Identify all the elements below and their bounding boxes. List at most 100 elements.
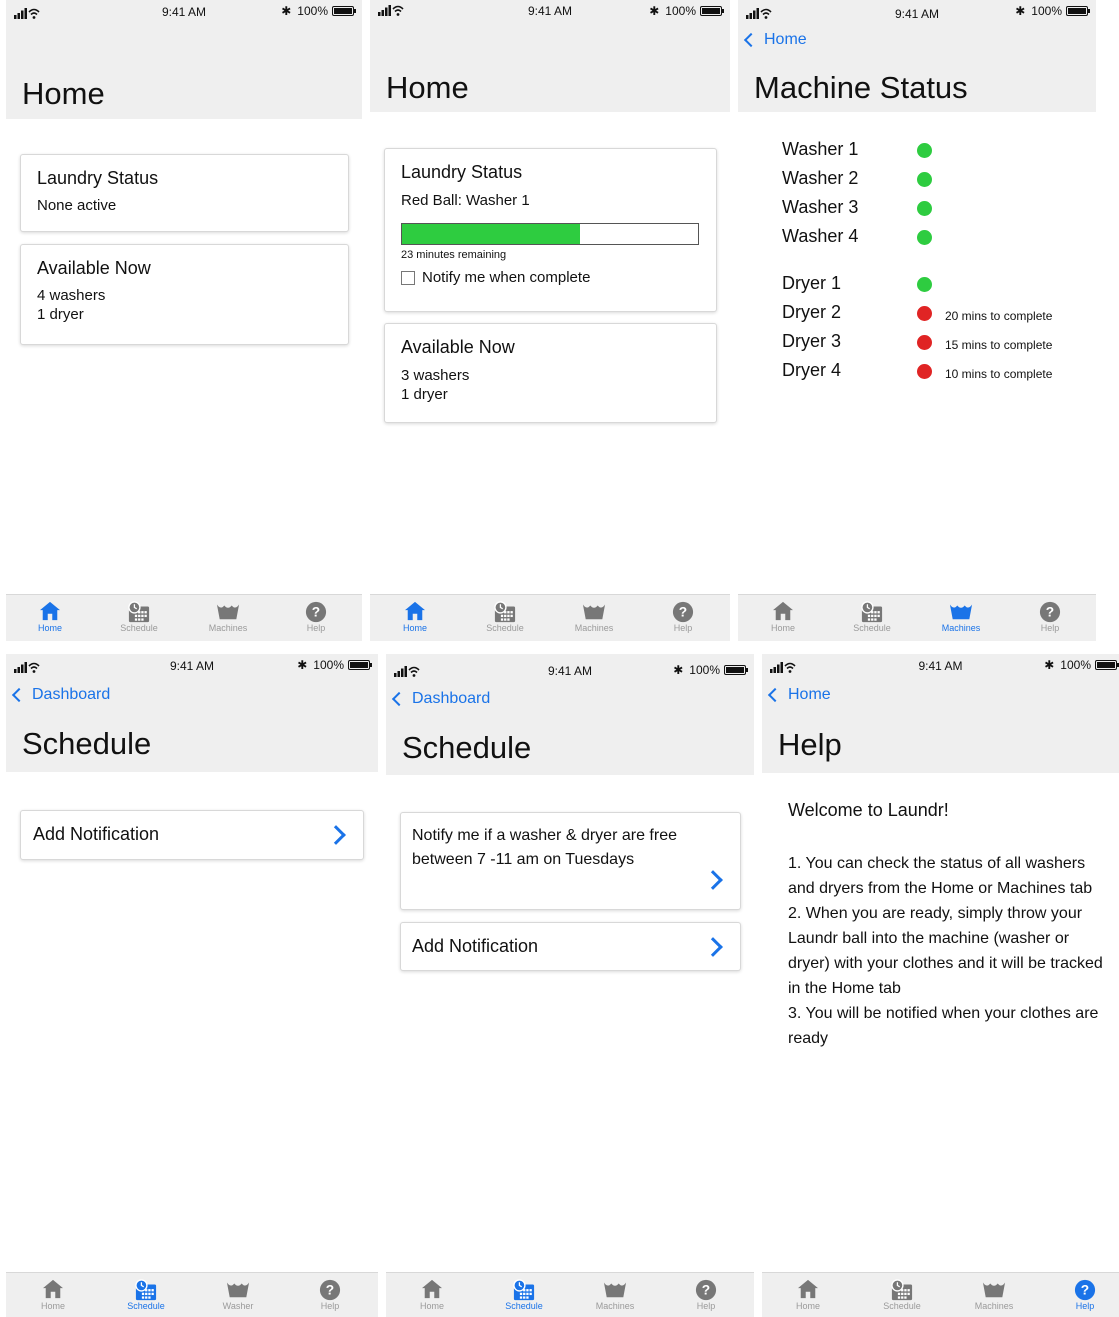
help-paragraph: 1. You can check the status of all washe… — [788, 855, 1093, 897]
page-title: Home — [386, 70, 469, 105]
chevron-right-icon — [703, 870, 723, 890]
tab-washer[interactable]: Washer — [208, 1279, 268, 1311]
tab-home[interactable]: Home — [23, 1279, 83, 1311]
machine-name: Dryer 3 — [782, 331, 842, 351]
battery-icon — [1066, 6, 1090, 16]
back-button[interactable]: Dashboard — [391, 690, 490, 708]
battery-indicator: ✱ 100% — [649, 4, 724, 18]
tab-bar: Home Schedule Machines Help — [370, 594, 730, 641]
status-dot-available — [917, 277, 932, 292]
tab-home[interactable]: Home — [402, 1279, 462, 1311]
battery-percent: 100% — [297, 4, 328, 18]
washer-tub-icon — [216, 601, 240, 621]
status-dot-available — [917, 172, 932, 187]
help-instructions: 1. You can check the status of all washe… — [788, 851, 1108, 1051]
battery-icon — [332, 6, 356, 16]
laundry-status-card[interactable]: Laundry Status None active — [20, 154, 349, 232]
washer-tub-icon — [982, 1279, 1006, 1299]
battery-icon — [700, 6, 724, 16]
tab-schedule[interactable]: Schedule — [109, 601, 169, 633]
machine-name: Dryer 2 — [782, 302, 842, 322]
tab-help[interactable]: Help — [1020, 601, 1080, 633]
screen-schedule-list: 9:41 AM ✱ 100% Dashboard Schedule Notify … — [386, 654, 754, 1317]
tab-schedule[interactable]: Schedule — [494, 1279, 554, 1311]
card-title: Available Now — [401, 337, 515, 357]
battery-indicator: ✱ 100% — [1015, 4, 1090, 18]
status-bar: 9:41 AM ✱ 100% — [6, 0, 362, 24]
calendar-clock-icon — [134, 1279, 158, 1301]
notification-item[interactable]: Notify me if a washer & dryer are free b… — [400, 812, 741, 910]
add-notification-button[interactable]: Add Notification — [20, 810, 364, 860]
page-title: Schedule — [402, 730, 532, 765]
screen-home-active: 9:41 AM ✱ 100% Home Laundry Status Red Ba… — [370, 0, 730, 642]
back-button[interactable]: Home — [767, 686, 831, 704]
tab-bar: Home Schedule Machines Help — [762, 1272, 1119, 1317]
tab-machines[interactable]: Machines — [198, 601, 258, 633]
battery-percent: 100% — [689, 663, 720, 677]
page-title: Schedule — [22, 726, 152, 761]
tab-help[interactable]: Help — [676, 1279, 736, 1311]
notification-line: between 7 -11 am on Tuesdays — [412, 851, 635, 868]
tab-bar: Home Schedule Machines Help — [738, 594, 1096, 641]
machine-name: Washer 1 — [782, 139, 859, 159]
tab-schedule[interactable]: Schedule — [872, 1279, 932, 1311]
home-icon — [772, 601, 794, 621]
page-title: Help — [778, 727, 842, 762]
screen-help: 9:41 AM ✱ 100% Home Help Welcome to Laund… — [762, 654, 1119, 1317]
tab-home[interactable]: Home — [753, 601, 813, 633]
tab-help[interactable]: Help — [1055, 1279, 1115, 1311]
help-paragraph: 3. You will be notified when your clothe… — [788, 1005, 1099, 1047]
status-dot-busy — [917, 364, 932, 379]
tab-help[interactable]: Help — [300, 1279, 360, 1311]
battery-percent: 100% — [313, 658, 344, 672]
bluetooth-icon: ✱ — [297, 658, 308, 672]
calendar-clock-icon — [860, 601, 884, 623]
question-circle-icon — [695, 1279, 717, 1301]
battery-percent: 100% — [665, 4, 696, 18]
tab-home[interactable]: Home — [20, 601, 80, 633]
battery-percent: 100% — [1060, 658, 1091, 672]
tab-schedule[interactable]: Schedule — [842, 601, 902, 633]
bluetooth-icon: ✱ — [1044, 658, 1055, 672]
tab-schedule[interactable]: Schedule — [475, 601, 535, 633]
tab-machines[interactable]: Machines — [585, 1279, 645, 1311]
tab-home[interactable]: Home — [778, 1279, 838, 1311]
machine-name: Washer 2 — [782, 168, 859, 188]
tab-help[interactable]: Help — [286, 601, 346, 633]
screen-machine-status: 9:41 AM ✱ 100% Home Machine Status Washer… — [738, 0, 1096, 642]
tab-machines[interactable]: Machines — [964, 1279, 1024, 1311]
tab-machines[interactable]: Machines — [931, 601, 991, 633]
tab-home[interactable]: Home — [385, 601, 445, 633]
nav-header: 9:41 AM ✱ 100% Home — [6, 0, 362, 119]
battery-indicator: ✱ 100% — [673, 663, 748, 677]
machine-name: Washer 4 — [782, 226, 859, 246]
card-line: 3 washers — [401, 367, 470, 384]
machine-name: Washer 3 — [782, 197, 859, 217]
calendar-clock-icon — [512, 1279, 536, 1301]
add-notification-button[interactable]: Add Notification — [400, 922, 741, 971]
card-title: Add Notification — [412, 936, 539, 956]
calendar-clock-icon — [127, 601, 151, 623]
available-now-card[interactable]: Available Now 3 washers 1 dryer — [384, 323, 717, 423]
machine-name: Dryer 4 — [782, 360, 842, 380]
back-button[interactable]: Dashboard — [11, 686, 110, 704]
laundry-status-card[interactable]: Laundry Status Red Ball: Washer 1 23 min… — [384, 148, 717, 312]
page-title: Machine Status — [754, 70, 968, 105]
battery-icon — [348, 660, 372, 670]
question-circle-icon — [672, 601, 694, 623]
card-title: Available Now — [37, 258, 151, 278]
calendar-clock-icon — [493, 601, 517, 623]
tab-machines[interactable]: Machines — [564, 601, 624, 633]
tab-help[interactable]: Help — [653, 601, 713, 633]
page-title: Home — [22, 76, 105, 111]
notify-checkbox[interactable] — [401, 271, 415, 285]
card-title: Laundry Status — [37, 168, 159, 188]
washer-tub-icon — [949, 601, 973, 621]
available-now-card[interactable]: Available Now 4 washers 1 dryer — [20, 244, 349, 345]
washer-tub-icon — [582, 601, 606, 621]
nav-header: 9:41 AM ✱ 100% Home — [370, 0, 730, 112]
help-paragraph: 2. When you are ready, simply throw your… — [788, 905, 1103, 997]
back-button[interactable]: Home — [743, 31, 807, 49]
status-bar: 9:41 AM ✱ 100% — [386, 654, 754, 678]
tab-schedule[interactable]: Schedule — [116, 1279, 176, 1311]
